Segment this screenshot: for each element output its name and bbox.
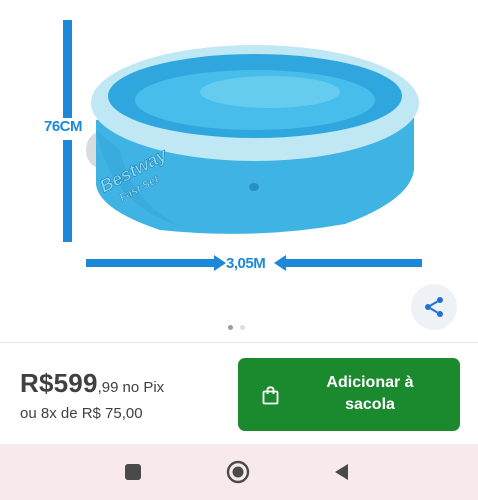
width-bar-right xyxy=(280,259,422,267)
home-button[interactable] xyxy=(226,460,250,484)
product-screen: Bestway Fast Set 76CM 3,05M R$599 ,99 no… xyxy=(0,0,478,500)
add-to-bag-label-line2: sacola xyxy=(345,396,395,413)
carousel-indicator xyxy=(228,325,245,330)
price-line: R$599 ,99 no Pix xyxy=(20,368,164,399)
price-payment-method: no Pix xyxy=(122,379,165,396)
width-arrow-left xyxy=(214,255,226,271)
width-dimension-label: 3,05M xyxy=(226,255,266,272)
product-image[interactable]: Bestway Fast Set 76CM 3,05M xyxy=(0,0,478,340)
share-button[interactable] xyxy=(411,284,457,330)
square-recents-icon xyxy=(125,464,141,480)
height-dimension-label: 76CM xyxy=(44,118,83,135)
height-bar-top xyxy=(63,20,72,118)
carousel-dot-2[interactable] xyxy=(240,325,245,330)
price-cents: ,99 xyxy=(97,379,119,396)
circle-home-icon xyxy=(226,460,250,484)
price-block: R$599 ,99 no Pix ou 8x de R$ 75,00 xyxy=(20,368,164,422)
width-arrow-right xyxy=(274,255,286,271)
pool-valve xyxy=(249,183,259,191)
shopping-bag-icon xyxy=(262,386,279,405)
add-to-bag-button[interactable]: Adicionar à sacola xyxy=(238,358,460,431)
back-button[interactable] xyxy=(330,460,354,484)
recents-button[interactable] xyxy=(121,460,145,484)
pool-water-shine xyxy=(200,76,340,108)
pool-illustration: Bestway Fast Set xyxy=(63,20,422,271)
width-bar-left xyxy=(86,259,220,267)
price-main: R$599 xyxy=(20,368,98,398)
add-to-bag-label-line1: Adicionar à xyxy=(326,374,414,391)
add-to-bag-label: Adicionar à sacola xyxy=(290,372,450,416)
system-navigation-bar xyxy=(0,444,478,500)
installments-text: ou 8x de R$ 75,00 xyxy=(20,405,143,422)
carousel-dot-1[interactable] xyxy=(228,325,233,330)
share-icon xyxy=(425,297,443,317)
divider xyxy=(0,342,478,343)
triangle-back-icon xyxy=(335,464,348,480)
height-bar-bottom xyxy=(63,140,72,242)
